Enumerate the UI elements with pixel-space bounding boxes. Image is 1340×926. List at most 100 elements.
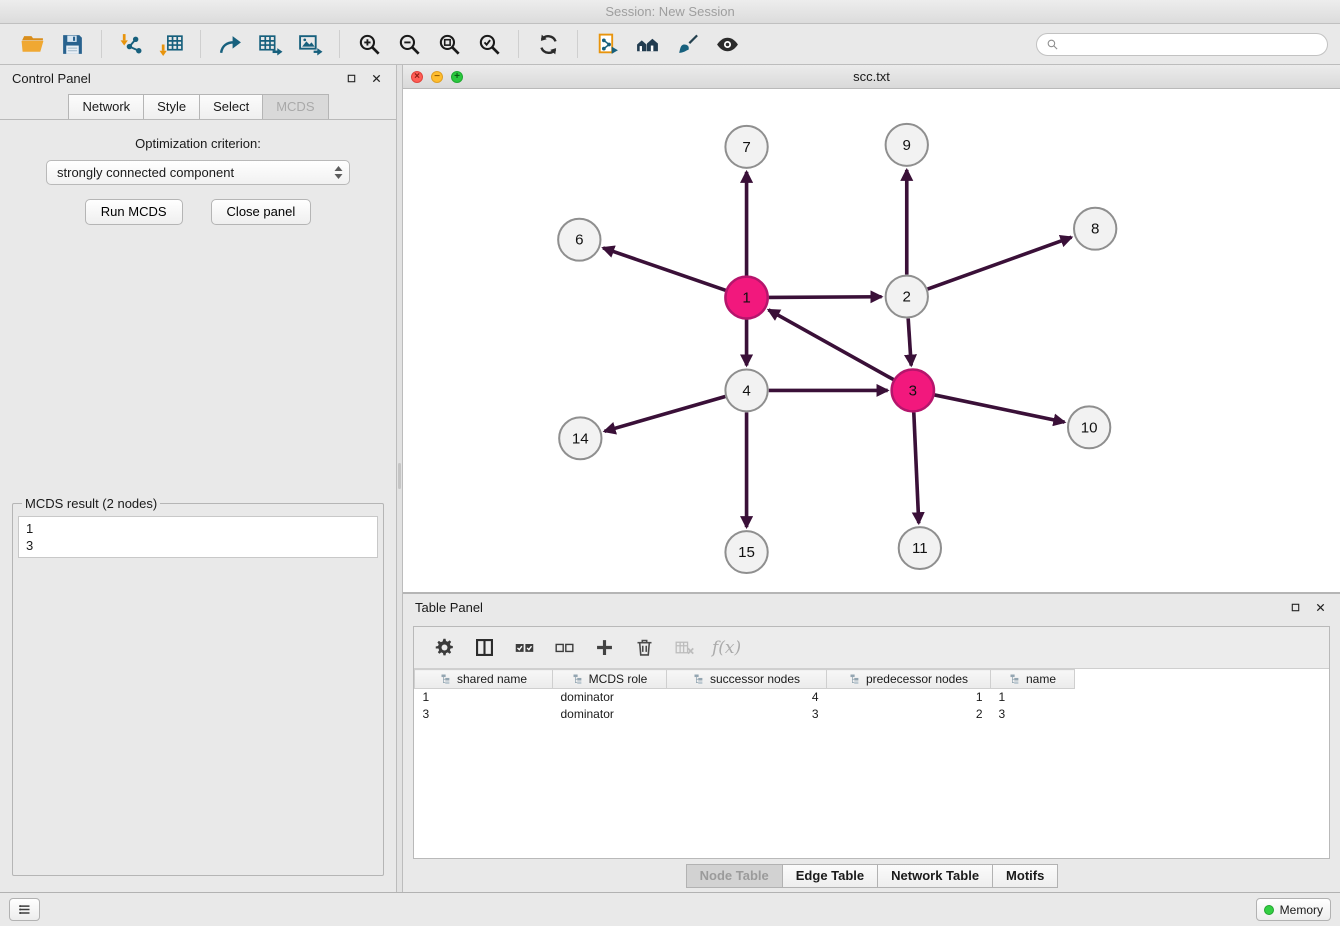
tab-network[interactable]: Network <box>68 94 144 119</box>
columns-icon[interactable] <box>468 633 500 663</box>
graph-edge-1-6[interactable] <box>603 248 726 290</box>
table-cell[interactable]: 3 <box>667 706 827 723</box>
close-panel-x-icon[interactable] <box>369 71 384 86</box>
home-icon[interactable] <box>627 28 667 60</box>
search-input[interactable] <box>1064 37 1318 51</box>
graph-node-6[interactable]: 6 <box>558 219 600 261</box>
graph-edge-3-11[interactable] <box>914 412 919 523</box>
memory-button[interactable]: Memory <box>1256 898 1331 921</box>
graph-node-7[interactable]: 7 <box>725 126 767 168</box>
table-cell[interactable]: 2 <box>827 706 991 723</box>
table-close-icon[interactable] <box>1313 600 1328 615</box>
tab-node-table[interactable]: Node Table <box>686 864 783 888</box>
zoom-selected-icon[interactable] <box>469 28 509 60</box>
graph-node-11[interactable]: 11 <box>899 527 941 569</box>
graph-node-8[interactable]: 8 <box>1074 208 1116 250</box>
graph-node-2[interactable]: 2 <box>886 276 928 318</box>
window-titlebar[interactable]: Session: New Session <box>0 0 1340 24</box>
tab-edge-table[interactable]: Edge Table <box>782 864 878 888</box>
export-network-icon[interactable] <box>210 28 250 60</box>
optimization-criterion-dropdown[interactable]: strongly connected component <box>46 160 350 185</box>
table-cell[interactable]: 1 <box>415 689 553 706</box>
graph-node-10[interactable]: 10 <box>1068 406 1110 448</box>
table-cell[interactable]: 1 <box>827 689 991 706</box>
mcds-result-list[interactable]: 13 <box>18 516 378 558</box>
tree-icon <box>572 673 584 685</box>
table-cell[interactable]: dominator <box>553 706 667 723</box>
save-session-icon[interactable] <box>52 28 92 60</box>
zoom-fit-icon[interactable] <box>429 28 469 60</box>
column-header-predecessor-nodes[interactable]: predecessor nodes <box>827 670 991 689</box>
graph-node-label: 8 <box>1091 221 1099 238</box>
graph-edge-4-14[interactable] <box>605 397 726 432</box>
gear-icon[interactable] <box>428 633 460 663</box>
node-table[interactable]: shared nameMCDS rolesuccessor nodesprede… <box>414 669 1329 858</box>
tab-select[interactable]: Select <box>199 94 263 119</box>
graph-edge-3-1[interactable] <box>769 310 894 380</box>
column-header-shared-name[interactable]: shared name <box>415 670 553 689</box>
run-mcds-button[interactable]: Run MCDS <box>85 199 183 225</box>
float-panel-icon[interactable] <box>344 71 359 86</box>
mcds-result-item[interactable]: 1 <box>26 520 370 537</box>
column-header-successor-nodes[interactable]: successor nodes <box>667 670 827 689</box>
network-canvas[interactable]: 7 9 6 8 1 2 4 3 14 10 15 11 <box>403 89 1340 592</box>
network-window-titlebar[interactable]: scc.txt <box>403 65 1340 89</box>
column-header-name[interactable]: name <box>991 670 1075 689</box>
eye-icon[interactable] <box>707 28 747 60</box>
zoom-in-icon[interactable] <box>349 28 389 60</box>
graph-node-label: 3 <box>909 382 917 399</box>
close-panel-button[interactable]: Close panel <box>211 199 312 225</box>
tree-icon <box>440 673 452 685</box>
network-graph[interactable]: 7 9 6 8 1 2 4 3 14 10 15 11 <box>403 89 1340 592</box>
apply-layout-icon[interactable] <box>528 28 568 60</box>
table-cell[interactable]: 4 <box>667 689 827 706</box>
mcds-panel-body: Optimization criterion: strongly connect… <box>0 120 396 892</box>
deselect-all-icon[interactable] <box>548 633 580 663</box>
trash-icon[interactable] <box>628 633 660 663</box>
graph-node-1[interactable]: 1 <box>725 277 767 319</box>
export-image-icon[interactable] <box>290 28 330 60</box>
import-network-icon[interactable] <box>111 28 151 60</box>
graph-edge-3-10[interactable] <box>934 395 1064 422</box>
network-file-icon[interactable] <box>587 28 627 60</box>
style-brush-icon[interactable] <box>667 28 707 60</box>
panel-splitter[interactable] <box>396 65 403 892</box>
table-cell[interactable]: 3 <box>991 706 1075 723</box>
graph-node-3[interactable]: 3 <box>892 369 934 411</box>
tab-network-table[interactable]: Network Table <box>877 864 993 888</box>
export-table-icon[interactable] <box>250 28 290 60</box>
tab-mcds[interactable]: MCDS <box>262 94 328 119</box>
main-area: Control Panel NetworkStyleSelectMCDS Opt… <box>0 65 1340 892</box>
window-zoom-icon[interactable] <box>451 71 463 83</box>
control-panel-title: Control Panel <box>12 71 334 86</box>
table-cell[interactable]: 3 <box>415 706 553 723</box>
window-close-icon[interactable] <box>411 71 423 83</box>
graph-edge-2-3[interactable] <box>908 318 911 365</box>
table-tabs: Node TableEdge TableNetwork TableMotifs <box>403 859 1340 892</box>
open-folder-icon[interactable] <box>12 28 52 60</box>
table-row[interactable]: 3dominator323 <box>415 706 1075 723</box>
dropdown-selected-value: strongly connected component <box>57 165 333 180</box>
search-box[interactable] <box>1036 33 1328 56</box>
table-cell[interactable]: 1 <box>991 689 1075 706</box>
table-float-icon[interactable] <box>1288 600 1303 615</box>
graph-node-14[interactable]: 14 <box>559 417 601 459</box>
column-header-mcds-role[interactable]: MCDS role <box>553 670 667 689</box>
table-row[interactable]: 1dominator411 <box>415 689 1075 706</box>
mcds-result-item[interactable]: 3 <box>26 537 370 554</box>
graph-node-15[interactable]: 15 <box>725 531 767 573</box>
table-cell[interactable]: dominator <box>553 689 667 706</box>
select-all-icon[interactable] <box>508 633 540 663</box>
tab-style[interactable]: Style <box>143 94 200 119</box>
window-minimize-icon[interactable] <box>431 71 443 83</box>
graph-edge-1-2[interactable] <box>769 297 882 298</box>
zoom-out-icon[interactable] <box>389 28 429 60</box>
graph-node-4[interactable]: 4 <box>725 369 767 411</box>
tab-motifs[interactable]: Motifs <box>992 864 1058 888</box>
task-history-button[interactable] <box>9 898 40 921</box>
graph-node-9[interactable]: 9 <box>886 124 928 166</box>
import-table-icon[interactable] <box>151 28 191 60</box>
add-column-icon[interactable] <box>588 633 620 663</box>
graph-edge-2-8[interactable] <box>928 237 1072 289</box>
graph-node-label: 2 <box>903 289 911 306</box>
